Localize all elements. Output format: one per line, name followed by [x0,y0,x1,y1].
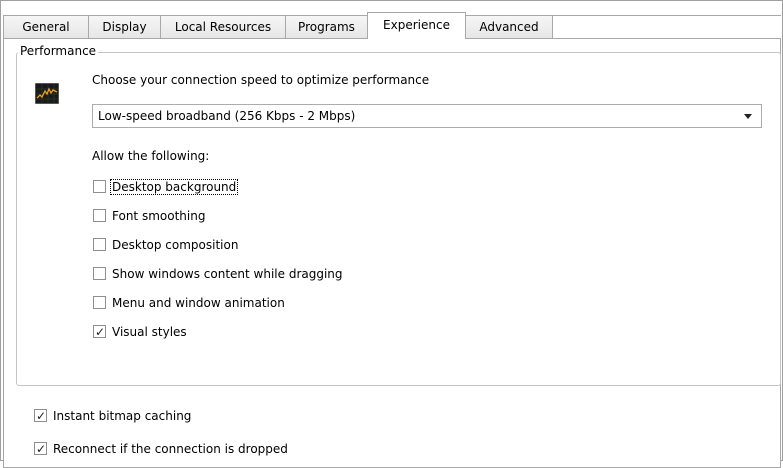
checkbox[interactable] [93,238,106,251]
option-label[interactable]: Visual styles [112,324,187,340]
tab-strip-fill [552,15,781,38]
checkbox[interactable] [93,180,106,193]
tab-general[interactable]: General [3,15,89,38]
dropdown-arrow-icon[interactable] [744,114,752,119]
tab-advanced[interactable]: Advanced [465,15,553,38]
option-label[interactable]: Desktop background [109,179,239,195]
checkmark-icon: ✓ [36,442,47,456]
checkbox[interactable] [93,267,106,280]
tab-strip: General Display Local Resources Programs… [3,12,781,39]
checkmark-icon: ✓ [36,409,47,423]
connection-speed-prompt: Choose your connection speed to optimize… [92,73,430,87]
checkbox[interactable]: ✓ [34,409,47,422]
checkbox[interactable]: ✓ [34,442,47,455]
allow-following-label: Allow the following: [92,149,210,163]
option-label[interactable]: Show windows content while dragging [112,266,343,282]
checkbox[interactable]: ✓ [93,325,106,338]
option-label[interactable]: Instant bitmap caching [53,408,191,424]
tab-local-resources[interactable]: Local Resources [160,15,286,38]
option-label[interactable]: Reconnect if the connection is dropped [53,441,288,457]
checkmark-icon: ✓ [95,325,106,339]
option-label[interactable]: Font smoothing [112,208,205,224]
performance-group-title: Performance [18,44,99,58]
tab-display[interactable]: Display [88,15,161,38]
option-label[interactable]: Desktop composition [112,237,238,253]
checkbox[interactable] [93,209,106,222]
connection-speed-select[interactable]: Low-speed broadband (256 Kbps - 2 Mbps) [92,104,762,128]
connection-speed-value: Low-speed broadband (256 Kbps - 2 Mbps) [98,109,356,123]
tab-programs[interactable]: Programs [285,15,368,38]
checkbox[interactable] [93,296,106,309]
tab-experience[interactable]: Experience [367,12,466,39]
option-label[interactable]: Menu and window animation [112,295,285,311]
performance-graph-icon [35,83,59,104]
